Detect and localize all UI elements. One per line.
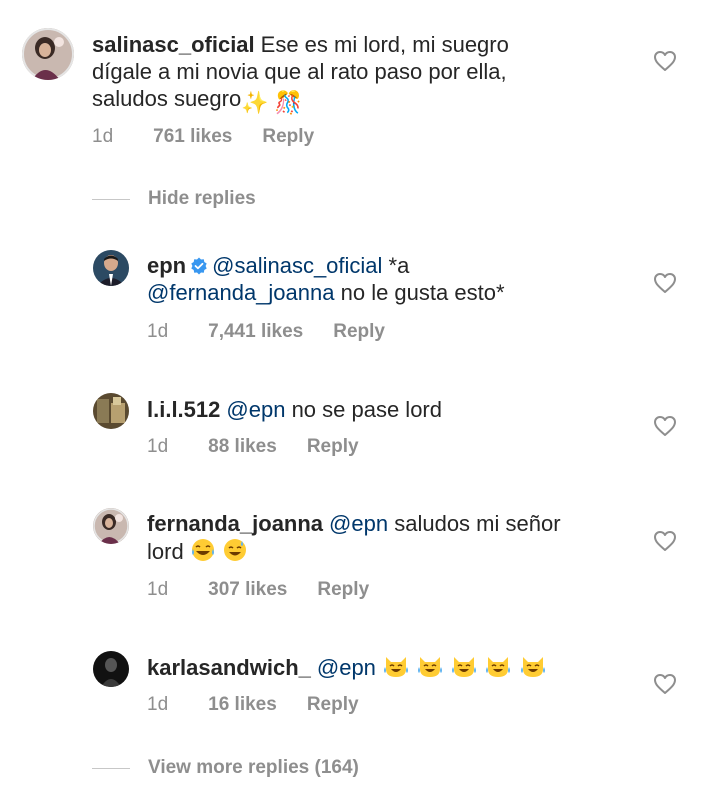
sweat-smile-emoji (223, 539, 246, 561)
sparkles-confetti-emoji: ✨ 🎊 (241, 90, 303, 115)
crying-laughing-cat-emoji (520, 657, 545, 677)
comment-likes[interactable]: 16 likes (208, 694, 277, 716)
reply-button[interactable]: Reply (262, 126, 314, 148)
avatar[interactable] (93, 393, 129, 429)
comment-text: fernanda_joanna @epn saludos mi señor lor… (147, 510, 627, 565)
comment-text: karlasandwich_ @epn (147, 653, 627, 681)
comment-text: l.i.l.512 @epn no se pase lord (147, 396, 627, 423)
comment-body: *a (388, 253, 410, 278)
comment-meta: 1d 307 likes Reply (147, 579, 369, 601)
crying-laughing-cat-emoji (486, 657, 511, 677)
comment-text: salinasc_oficial Ese es mi lord, mi suegr… (92, 31, 652, 116)
divider-line (92, 198, 130, 200)
comment-meta: 1d 761 likes Reply (92, 126, 314, 148)
comment-likes[interactable]: 307 likes (208, 579, 287, 601)
view-more-replies-button[interactable]: View more replies (164) (148, 757, 359, 779)
divider-line (92, 767, 130, 769)
comment-body-line2: lord (147, 539, 184, 564)
comment-meta: 1d 88 likes Reply (147, 436, 359, 458)
tears-of-joy-emoji (191, 539, 214, 561)
crying-laughing-cat-emoji (384, 657, 409, 677)
comment-meta: 1d 7,441 likes Reply (147, 321, 385, 343)
avatar[interactable] (93, 508, 129, 544)
comment-body-line1: Ese es mi lord, mi suegro (260, 32, 509, 57)
comment-time: 1d (92, 126, 114, 147)
comment-body: no le gusta esto* (340, 280, 505, 305)
mention-link[interactable]: @epn (226, 397, 285, 422)
cat-emoji-row (382, 655, 547, 680)
comment-likes[interactable]: 761 likes (153, 126, 232, 148)
comment-meta: 1d 16 likes Reply (147, 694, 359, 716)
crying-laughing-cat-emoji (452, 657, 477, 677)
comment-likes[interactable]: 7,441 likes (208, 321, 303, 343)
comment-time: 1d (147, 579, 169, 600)
comment-body-line1: saludos mi señor (394, 511, 561, 536)
comment-time: 1d (147, 321, 169, 342)
comment-body: no se pase lord (291, 397, 442, 422)
comment-likes[interactable]: 88 likes (208, 436, 277, 458)
avatar[interactable] (93, 651, 129, 687)
reply-button[interactable]: Reply (317, 579, 369, 601)
comment-time: 1d (147, 436, 169, 457)
hide-replies-button[interactable]: Hide replies (148, 188, 256, 210)
mention-link[interactable]: @epn (317, 655, 376, 680)
mention-link[interactable]: @fernanda_joanna (147, 280, 334, 305)
verified-badge-icon (191, 257, 207, 275)
view-more-replies-row[interactable]: View more replies (164) (92, 757, 359, 779)
comment-username[interactable]: salinasc_oficial (92, 32, 255, 57)
avatar[interactable] (93, 250, 129, 286)
reply-button[interactable]: Reply (307, 436, 359, 458)
reply-button[interactable]: Reply (307, 694, 359, 716)
heart-outline-icon[interactable] (653, 415, 677, 437)
comment-username[interactable]: l.i.l.512 (147, 397, 220, 422)
comment-body-line3: saludos suegro (92, 86, 242, 111)
heart-outline-icon[interactable] (653, 272, 677, 294)
mention-link[interactable]: @epn (329, 511, 388, 536)
mention-link[interactable]: @salinasc_oficial (212, 253, 382, 278)
comment-username[interactable]: epn (147, 253, 186, 278)
comment-text: epn @salinasc_oficial *a @fernanda_joanna… (147, 252, 627, 306)
avatar[interactable] (22, 28, 74, 80)
heart-outline-icon[interactable] (653, 530, 677, 552)
crying-laughing-cat-emoji (418, 657, 443, 677)
heart-outline-icon[interactable] (653, 673, 677, 695)
comment-username[interactable]: karlasandwich_ (147, 655, 311, 680)
comment-time: 1d (147, 694, 169, 715)
heart-outline-icon[interactable] (653, 50, 677, 72)
comment-username[interactable]: fernanda_joanna (147, 511, 323, 536)
reply-button[interactable]: Reply (333, 321, 385, 343)
comment-body-line2: dígale a mi novia que al rato paso por e… (92, 59, 507, 84)
hide-replies-row[interactable]: Hide replies (92, 188, 256, 210)
